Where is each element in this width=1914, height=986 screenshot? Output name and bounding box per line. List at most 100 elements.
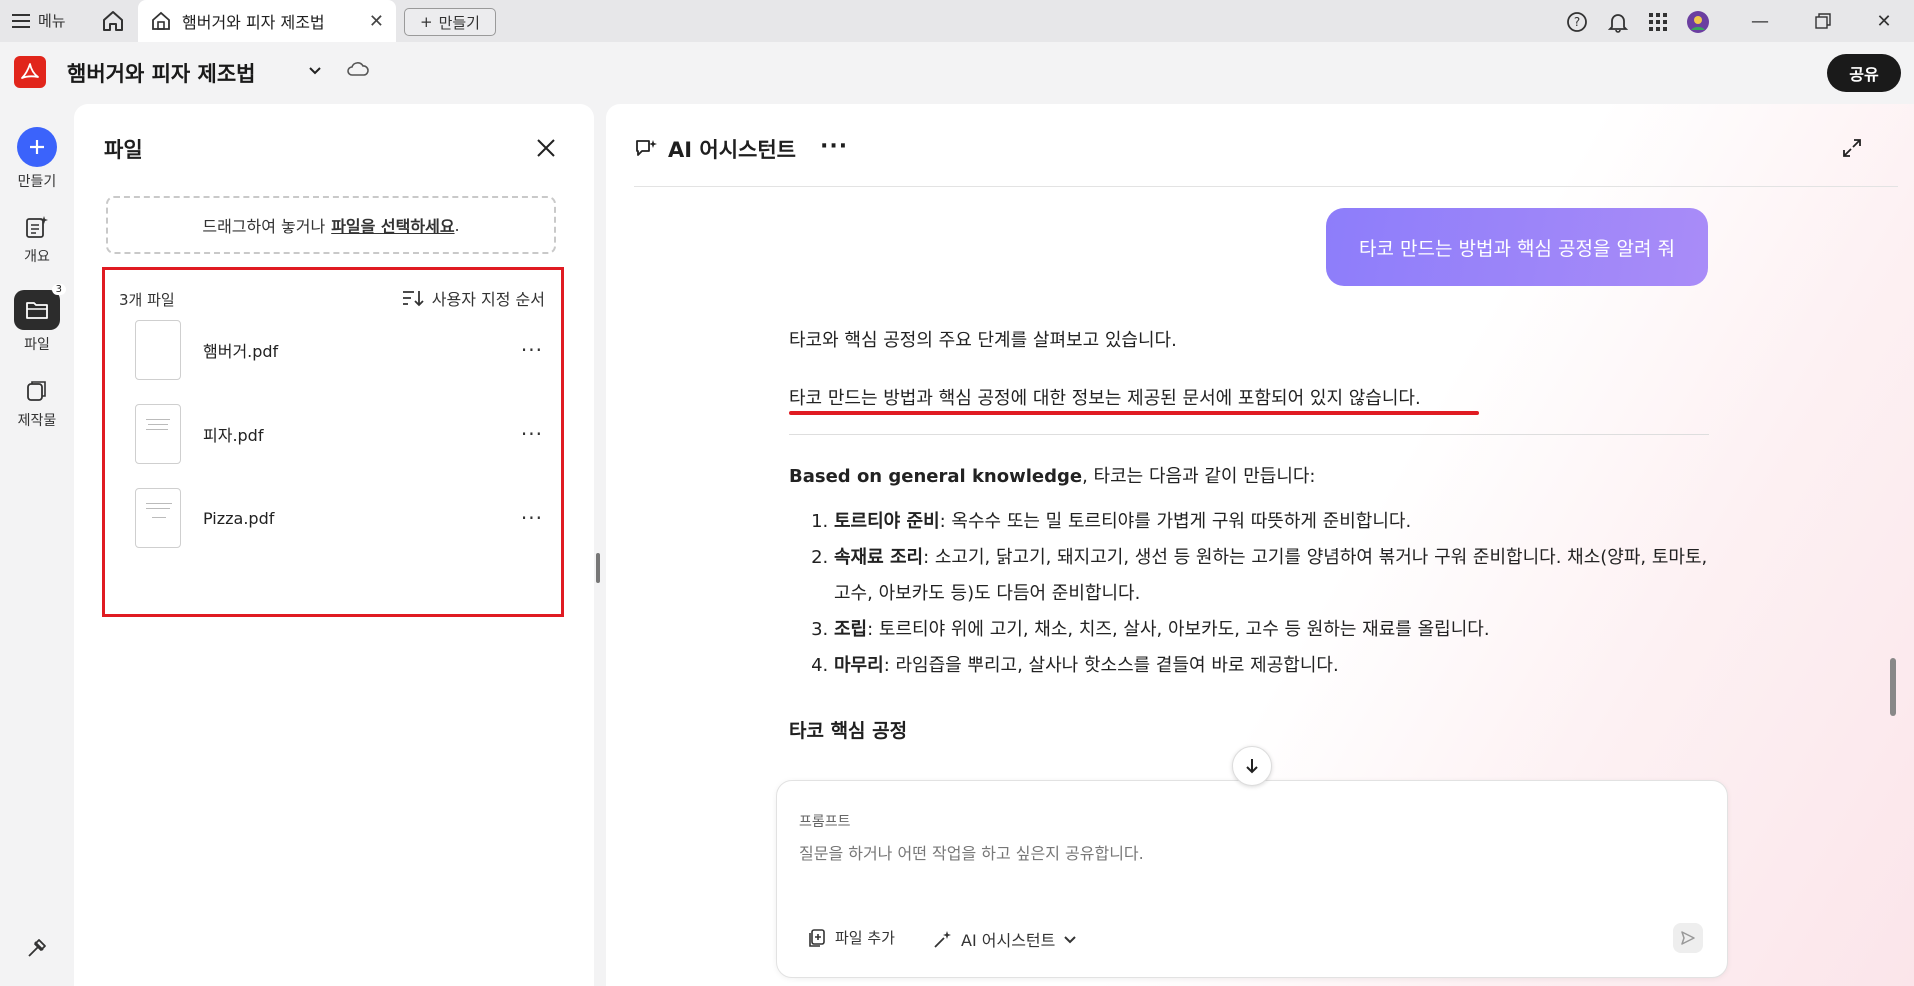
restore-icon: [1815, 13, 1831, 29]
list-item: 속재료 조리: 소고기, 닭고기, 돼지고기, 생선 등 원하는 고기를 양념하…: [834, 540, 1720, 612]
bell-icon: [1607, 14, 1629, 33]
red-underline-annotation: [789, 411, 1479, 415]
notifications-button[interactable]: [1606, 10, 1630, 34]
steps-list: 토르티야 준비: 옥수수 또는 밀 토르티야를 가볍게 구워 따뜻하게 준비합니…: [810, 504, 1720, 684]
intro-paragraph: Based on general knowledge, 타코는 다음과 같이 만…: [789, 462, 1316, 488]
user-message-bubble: 타코 만드는 방법과 핵심 공정을 알려 줘: [1326, 208, 1708, 286]
home-button[interactable]: [100, 8, 126, 34]
file-thumbnail: [135, 404, 181, 464]
response-divider: [789, 434, 1709, 435]
dropzone-suffix: .: [454, 215, 460, 235]
sort-button[interactable]: 사용자 지정 순서: [402, 286, 545, 310]
document-home-icon: [152, 11, 170, 30]
file-name: 햄버거.pdf: [203, 342, 279, 361]
rail-feedback[interactable]: [0, 936, 74, 960]
tab-close-icon[interactable]: ✕: [369, 11, 384, 32]
files-active-button: 3: [14, 284, 66, 330]
list-item: 토르티야 준비: 옥수수 또는 밀 토르티야를 가볍게 구워 따뜻하게 준비합니…: [834, 504, 1720, 540]
rail-outputs[interactable]: 제작물: [0, 378, 74, 430]
intro-bold: Based on general knowledge: [789, 466, 1083, 487]
folder-icon: [26, 302, 48, 319]
sort-icon: [402, 291, 424, 307]
new-tab-button[interactable]: + 만들기: [404, 8, 496, 36]
header-divider: [634, 186, 1898, 187]
help-icon: ?: [1567, 12, 1587, 32]
send-icon: [1681, 931, 1695, 945]
sparkle-wand-icon: [934, 931, 951, 948]
step-title: 조립: [834, 619, 868, 640]
rail-create-label: 만들기: [17, 174, 57, 190]
select-files-link[interactable]: 파일을 선택하세요: [331, 213, 454, 237]
minimize-icon: —: [1751, 10, 1769, 32]
cloud-status[interactable]: [346, 60, 370, 82]
minimize-button[interactable]: —: [1740, 7, 1780, 35]
expand-button[interactable]: [1842, 138, 1862, 162]
document-tab[interactable]: 햄버거와 피자 제조법 ✕: [138, 0, 396, 42]
apps-button[interactable]: [1646, 10, 1670, 34]
avatar[interactable]: [1686, 10, 1710, 34]
title-dropdown-button[interactable]: [307, 62, 323, 82]
home-icon: [103, 11, 123, 31]
list-item: 조립: 토르티야 위에 고기, 채소, 치즈, 살사, 아보카도, 고수 등 원…: [834, 612, 1720, 648]
rail-overview[interactable]: 개요: [0, 214, 74, 266]
title-bar: 메뉴 햄버거와 피자 제조법 ✕ + 만들기 ? — ✕: [0, 0, 1914, 42]
prompt-input[interactable]: [799, 839, 1679, 867]
close-window-button[interactable]: ✕: [1864, 7, 1904, 35]
dropzone-text: 드래그하여 놓거나: [202, 217, 326, 236]
help-button[interactable]: ?: [1565, 10, 1589, 34]
prompt-label: 프롬프트: [799, 814, 851, 830]
step-text: : 소고기, 닭고기, 돼지고기, 생선 등 원하는 고기를 양념하여 볶거나 …: [834, 547, 1708, 604]
file-dropzone[interactable]: 드래그하여 놓거나 파일을 선택하세요 .: [106, 196, 556, 254]
tab-title: 햄버거와 피자 제조법: [182, 13, 325, 32]
ai-assistant-panel: AI 어시스턴트 ··· 타코 만드는 방법과 핵심 공정을 알려 줘 타코와 …: [606, 104, 1914, 986]
add-file-label: 파일 추가: [835, 929, 895, 947]
section-heading: 타코 핵심 공정: [789, 720, 908, 742]
file-more-icon[interactable]: ···: [521, 338, 549, 362]
panel-resize-handle[interactable]: [596, 553, 600, 583]
files-panel: 파일 드래그하여 놓거나 파일을 선택하세요 . 3개 파일 사용자 지정 순서…: [74, 104, 594, 986]
file-more-icon[interactable]: ···: [521, 506, 549, 530]
step-text: : 옥수수 또는 밀 토르티야를 가볍게 구워 따뜻하게 준비합니다.: [939, 511, 1412, 532]
send-button[interactable]: [1673, 923, 1703, 953]
avatar-icon: [1687, 11, 1709, 33]
file-thumbnail: [135, 320, 181, 380]
file-count: 3개 파일: [119, 291, 175, 309]
file-list: 3개 파일 사용자 지정 순서 햄버거.pdf ··· 피자.pdf ··· P…: [102, 267, 564, 617]
overview-icon: [26, 216, 48, 238]
file-row[interactable]: 햄버거.pdf ···: [119, 320, 549, 380]
scroll-down-button[interactable]: [1232, 746, 1272, 786]
status-text: 타코와 핵심 공정의 주요 단계를 살펴보고 있습니다.: [789, 330, 1177, 351]
step-title: 속재료 조리: [834, 547, 924, 568]
rail-create[interactable]: 만들기: [0, 127, 74, 191]
rail-outputs-label: 제작물: [17, 413, 57, 429]
acrobat-logo: [14, 56, 46, 88]
chevron-down-icon: [1064, 936, 1077, 944]
file-more-icon[interactable]: ···: [521, 422, 549, 446]
file-thumbnail: [135, 488, 181, 548]
ai-assistant-header: AI 어시스턴트: [634, 134, 796, 164]
list-item: 마무리: 라임즙을 뿌리고, 살사나 핫소스를 곁들여 바로 제공합니다.: [834, 648, 1720, 684]
menu-button[interactable]: 메뉴: [12, 10, 66, 31]
files-panel-close-button[interactable]: [536, 138, 556, 162]
document-header: 햄버거와 피자 제조법 공유: [0, 42, 1914, 104]
add-file-icon: [809, 928, 825, 947]
step-title: 마무리: [834, 655, 884, 676]
files-panel-title: 파일: [104, 138, 143, 162]
maximize-button[interactable]: [1803, 7, 1843, 35]
ai-assistant-title: AI 어시스턴트: [668, 138, 796, 162]
file-row[interactable]: 피자.pdf ···: [119, 404, 549, 464]
intro-rest: , 타코는 다음과 같이 만듭니다:: [1082, 466, 1316, 487]
file-row[interactable]: Pizza.pdf ···: [119, 488, 549, 548]
share-button[interactable]: 공유: [1827, 54, 1901, 92]
chevron-down-icon: [309, 67, 321, 75]
expand-icon: [1843, 139, 1861, 157]
assistant-mode-dropdown[interactable]: AI 어시스턴트: [933, 927, 1077, 951]
ai-more-icon[interactable]: ···: [820, 134, 848, 159]
chat-scrollbar[interactable]: [1890, 658, 1896, 716]
step-text: : 라임즙을 뿌리고, 살사나 핫소스를 곁들여 바로 제공합니다.: [883, 655, 1339, 676]
ai-chat-icon: [636, 140, 657, 156]
new-tab-label: 만들기: [438, 13, 480, 32]
add-file-button[interactable]: 파일 추가: [807, 927, 895, 948]
rail-files[interactable]: 3 파일: [0, 284, 74, 354]
sort-label: 사용자 지정 순서: [431, 290, 545, 309]
